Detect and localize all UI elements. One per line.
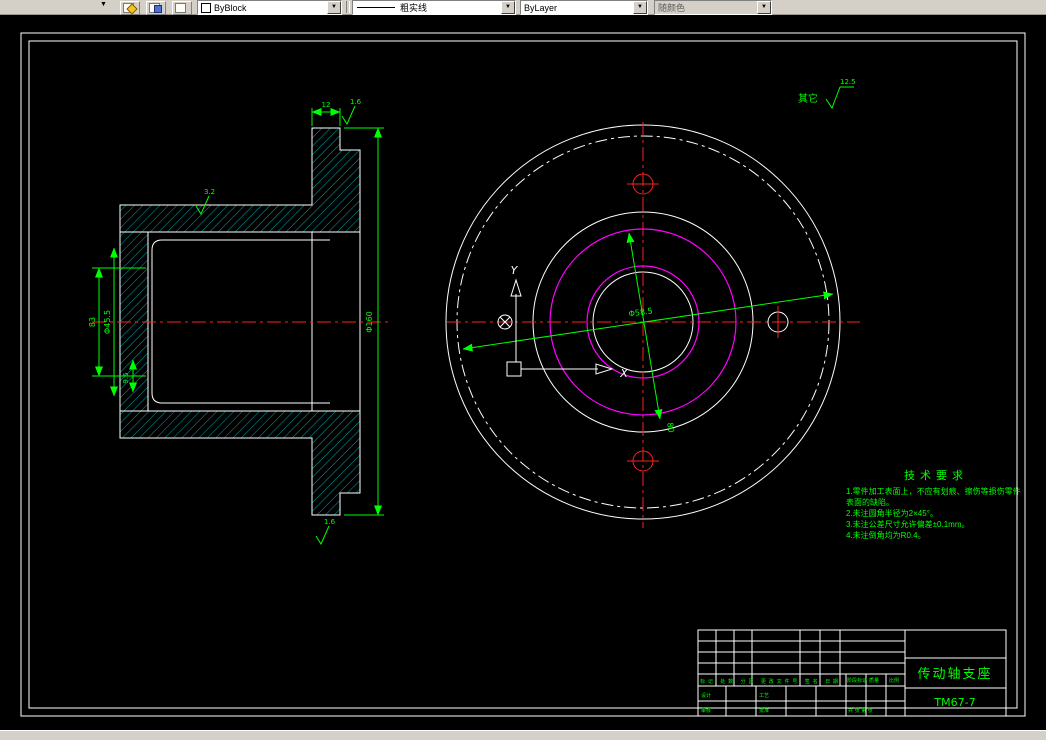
linetype-dropdown-arrow-icon[interactable]: ▼ [501, 1, 515, 14]
title-block-stage-label: 阶段标记 [847, 677, 867, 684]
lineweight-dropdown-arrow-icon[interactable]: ▼ [633, 1, 647, 14]
dim-diagonal: Φ58.5 [628, 306, 653, 318]
properties-toolbar: ▼ ByBlock ▼ 粗实线 ▼ ByLayer ▼ 随颜色 ▼ [0, 0, 1046, 15]
tech-req-item-1: 1.零件加工表面上，不应有划痕、擦伤等损伤零件表面的缺陷。 [846, 487, 1021, 507]
plotstyle-control-value: 随颜色 [658, 3, 686, 13]
dim-bore-depth: 83 [88, 317, 97, 327]
drawing-frame [20, 32, 1026, 717]
toolbar-separator [346, 1, 350, 13]
blue-square-icon [154, 5, 162, 13]
lineweight-control-value: ByLayer [524, 2, 558, 13]
title-block-sheet-label: 共 张 第 张 [848, 707, 873, 714]
drawing-canvas[interactable]: Φ160 83 Φ45.5 9.5 12 1.6 3.2 1.6 Φ58.5 8… [0, 0, 1046, 740]
technical-requirements-title: 技术要求 [904, 470, 968, 482]
sheet-icon [175, 3, 186, 13]
layer-states-button[interactable] [146, 1, 166, 15]
linetype-control-value: 粗实线 [400, 3, 428, 13]
title-block-scale-label: 比例 [889, 677, 899, 684]
linetype-control-dropdown[interactable]: 粗实线 ▼ [352, 0, 516, 15]
title-block-approve: 批准 [759, 707, 769, 714]
dim-width: 12 [322, 101, 331, 109]
technical-requirements: 技术要求 1.零件加工表面上，不应有划痕、擦伤等损伤零件表面的缺陷。 2.未注圆… [846, 467, 1026, 541]
roughness-top: 1.6 [350, 98, 362, 106]
color-control-value: ByBlock [214, 2, 247, 13]
cad-application-window: Φ160 83 Φ45.5 9.5 12 1.6 3.2 1.6 Φ58.5 8… [0, 0, 1046, 740]
roughness-note: 其它 12.5 [798, 78, 856, 110]
dim-bore-diameter: Φ45.5 [103, 310, 112, 334]
ucs-x-label: X [619, 367, 628, 380]
roughness-tube: 3.2 [204, 188, 215, 196]
ucs-y-label: Y [511, 264, 519, 277]
dim-bolt-circle: 80 [665, 422, 676, 434]
linetype-sample-icon [357, 7, 395, 8]
title-block-audit: 审核 [701, 707, 711, 714]
tech-req-item-2: 2.未注圆角半径为2×45°。 [846, 509, 938, 518]
roughness-note-label: 其它 [798, 92, 818, 105]
roughness-note-value: 12.5 [840, 78, 856, 86]
front-view: Φ58.5 80 Y X [445, 122, 860, 528]
lineweight-control-dropdown[interactable]: ByLayer ▼ [520, 0, 648, 15]
section-upper-hatch [119, 127, 361, 233]
drawing-number: TM67-7 [933, 696, 975, 709]
title-block-rev-header: 标记 处数 分区 更改文件号 签名 日期 [700, 678, 838, 685]
title-block-check: 工艺 [759, 693, 769, 699]
toolbar-overflow-arrow[interactable]: ▼ [100, 1, 107, 8]
color-dropdown-arrow-icon[interactable]: ▼ [327, 1, 341, 14]
plotstyle-control-dropdown[interactable]: 随颜色 ▼ [654, 0, 772, 15]
roughness-bottom: 1.6 [324, 518, 336, 526]
layer-properties-button[interactable] [172, 1, 192, 15]
title-block-weight-label: 质量 [869, 677, 879, 684]
dim-step: 9.5 [122, 372, 130, 383]
title-block: 标记 处数 分区 更改文件号 签名 日期 设计 工艺 审核 批准 阶段标记 质量… [697, 629, 1007, 717]
color-control-dropdown[interactable]: ByBlock ▼ [197, 0, 342, 15]
tech-req-item-3: 3.未注公差尺寸允许偏差±0.1mm。 [846, 520, 970, 529]
status-bar [0, 730, 1046, 740]
section-view: Φ160 83 Φ45.5 9.5 12 1.6 3.2 1.6 [88, 98, 392, 546]
part-name: 传动轴支座 [917, 667, 992, 682]
section-lower-hatch [119, 410, 361, 516]
tech-req-item-4: 4.未注倒角均为R0.4。 [846, 531, 926, 540]
plotstyle-dropdown-arrow-icon[interactable]: ▼ [757, 1, 771, 14]
dim-flange-diameter: Φ160 [365, 311, 374, 333]
title-block-design: 设计 [701, 692, 711, 699]
make-layer-current-button[interactable] [120, 1, 140, 15]
color-swatch-icon [201, 2, 211, 13]
